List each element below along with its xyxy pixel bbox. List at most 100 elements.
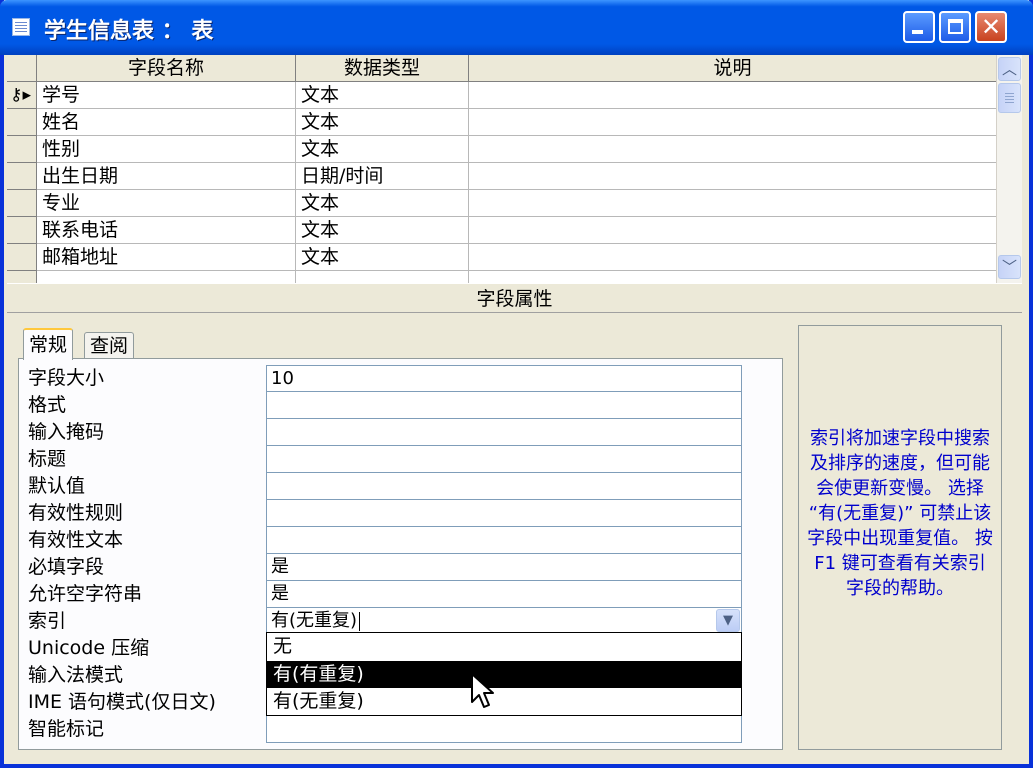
field-properties-label: 字段属性: [7, 283, 1022, 313]
description-cell[interactable]: [469, 244, 996, 270]
minimize-icon: [912, 30, 923, 34]
help-text: 索引将加速字段中搜索及排序的速度，但可能会使更新变慢。 选择 “有(无重复)” …: [807, 428, 993, 599]
data-type-cell[interactable]: 文本: [296, 217, 469, 243]
dropdown-option-highlighted[interactable]: 有(有重复): [267, 661, 741, 688]
data-type-cell[interactable]: 文本: [296, 136, 469, 162]
header-corner: [7, 55, 37, 81]
header-data-type[interactable]: 数据类型: [296, 55, 469, 81]
field-name-cell[interactable]: 联系电话: [37, 217, 296, 243]
close-icon: ✕: [980, 13, 1002, 41]
property-row: 允许空字符串 是: [28, 581, 742, 608]
property-label: 必填字段: [28, 556, 105, 578]
scroll-thumb[interactable]: [998, 83, 1021, 113]
description-cell[interactable]: [469, 136, 996, 162]
header-description[interactable]: 说明: [469, 55, 996, 81]
description-cell[interactable]: [469, 109, 996, 135]
description-cell[interactable]: [469, 217, 996, 243]
row-selector[interactable]: [7, 190, 37, 217]
chevron-down-icon: ﹀: [1001, 258, 1017, 276]
dropdown-button[interactable]: ▼: [716, 609, 740, 632]
chevron-up-icon: ︿: [1001, 60, 1017, 78]
field-name-cell[interactable]: 姓名: [37, 109, 296, 135]
indexed-dropdown-list: 无 有(有重复) 有(无重复): [266, 632, 742, 716]
table-row[interactable]: 出生日期 日期/时间: [37, 163, 996, 190]
row-selector-current[interactable]: ⚷▸: [7, 82, 37, 109]
input-mask-input[interactable]: [266, 419, 742, 446]
row-selector[interactable]: [7, 244, 37, 271]
table-row[interactable]: 姓名 文本: [37, 109, 996, 136]
chevron-down-icon: ▼: [723, 613, 733, 628]
property-label: Unicode 压缩: [28, 637, 150, 659]
row-selector[interactable]: [7, 136, 37, 163]
description-cell[interactable]: [469, 82, 996, 108]
tab-general[interactable]: 常规: [23, 328, 74, 360]
minimize-button[interactable]: [903, 11, 935, 43]
data-type-cell[interactable]: 日期/时间: [296, 163, 469, 189]
field-name-cell[interactable]: 学号: [37, 82, 296, 108]
property-label: 有效性文本: [28, 529, 124, 551]
validation-text-input[interactable]: [266, 527, 742, 554]
property-label: 索引: [28, 610, 67, 632]
smart-tags-input[interactable]: [266, 716, 742, 743]
indexed-value: 有(无重复): [271, 610, 358, 631]
scroll-up-button[interactable]: ︿: [998, 57, 1021, 81]
dropdown-option[interactable]: 有(无重复): [267, 688, 741, 715]
description-cell[interactable]: [469, 163, 996, 189]
table-icon: [12, 18, 30, 36]
text-caret: [359, 611, 361, 631]
property-row: 默认值: [28, 473, 742, 500]
field-name-cell[interactable]: 性别: [37, 136, 296, 162]
indexed-select[interactable]: 有(无重复) ▼: [266, 608, 742, 635]
description-cell[interactable]: [469, 190, 996, 216]
grid-header: 字段名称 数据类型 说明: [7, 55, 996, 82]
row-selector[interactable]: [7, 217, 37, 244]
table-row[interactable]: 学号 文本: [37, 82, 996, 109]
grid-vertical-scrollbar[interactable]: ︿ ﹀: [996, 55, 1022, 283]
property-label: 格式: [28, 394, 67, 416]
title-bar[interactable]: 学生信息表 ： 表 ✕: [0, 0, 1033, 55]
table-row[interactable]: 专业 文本: [37, 190, 996, 217]
validation-rule-input[interactable]: [266, 500, 742, 527]
table-row[interactable]: 邮箱地址 文本: [37, 244, 996, 271]
field-name-cell[interactable]: 专业: [37, 190, 296, 216]
field-name-cell[interactable]: 邮箱地址: [37, 244, 296, 270]
field-size-input[interactable]: 10: [266, 365, 742, 392]
property-label: IME 语句模式(仅日文): [28, 691, 216, 713]
property-row: 字段大小 10: [28, 365, 742, 392]
data-type-cell[interactable]: 文本: [296, 244, 469, 270]
dropdown-option[interactable]: 无: [267, 633, 741, 660]
field-grid: 字段名称 数据类型 说明 ⚷▸ 学号 文本 姓名 文本 性别 文本 出生日期 日…: [7, 55, 996, 283]
format-input[interactable]: [266, 392, 742, 419]
required-input[interactable]: 是: [266, 554, 742, 581]
maximize-button[interactable]: [939, 11, 971, 43]
data-type-cell[interactable]: [296, 271, 469, 283]
field-name-cell[interactable]: 出生日期: [37, 163, 296, 189]
property-row: 格式: [28, 392, 742, 419]
data-type-cell[interactable]: 文本: [296, 82, 469, 108]
row-selector[interactable]: [7, 109, 37, 136]
property-label: 允许空字符串: [28, 583, 143, 605]
maximize-icon: [948, 19, 963, 34]
tab-lookup[interactable]: 查阅: [84, 332, 135, 359]
property-label: 有效性规则: [28, 502, 124, 524]
allow-zero-length-input[interactable]: 是: [266, 581, 742, 608]
property-label: 智能标记: [28, 718, 105, 740]
property-label: 输入法模式: [28, 664, 124, 686]
row-selector-column: ⚷▸: [7, 82, 37, 283]
table-row[interactable]: 性别 文本: [37, 136, 996, 163]
data-type-cell[interactable]: 文本: [296, 190, 469, 216]
primary-key-icon: ⚷▸: [10, 85, 31, 105]
table-row[interactable]: 联系电话 文本: [37, 217, 996, 244]
row-selector[interactable]: [7, 163, 37, 190]
field-name-cell[interactable]: [37, 271, 296, 283]
mouse-pointer-icon: [471, 673, 494, 708]
property-row: 输入掩码: [28, 419, 742, 446]
caption-input[interactable]: [266, 446, 742, 473]
header-field-name[interactable]: 字段名称: [37, 55, 296, 81]
scroll-down-button[interactable]: ﹀: [998, 255, 1021, 279]
close-button[interactable]: ✕: [975, 11, 1007, 43]
property-label: 字段大小: [28, 367, 105, 389]
default-value-input[interactable]: [266, 473, 742, 500]
data-type-cell[interactable]: 文本: [296, 109, 469, 135]
table-row-new[interactable]: [37, 271, 996, 283]
